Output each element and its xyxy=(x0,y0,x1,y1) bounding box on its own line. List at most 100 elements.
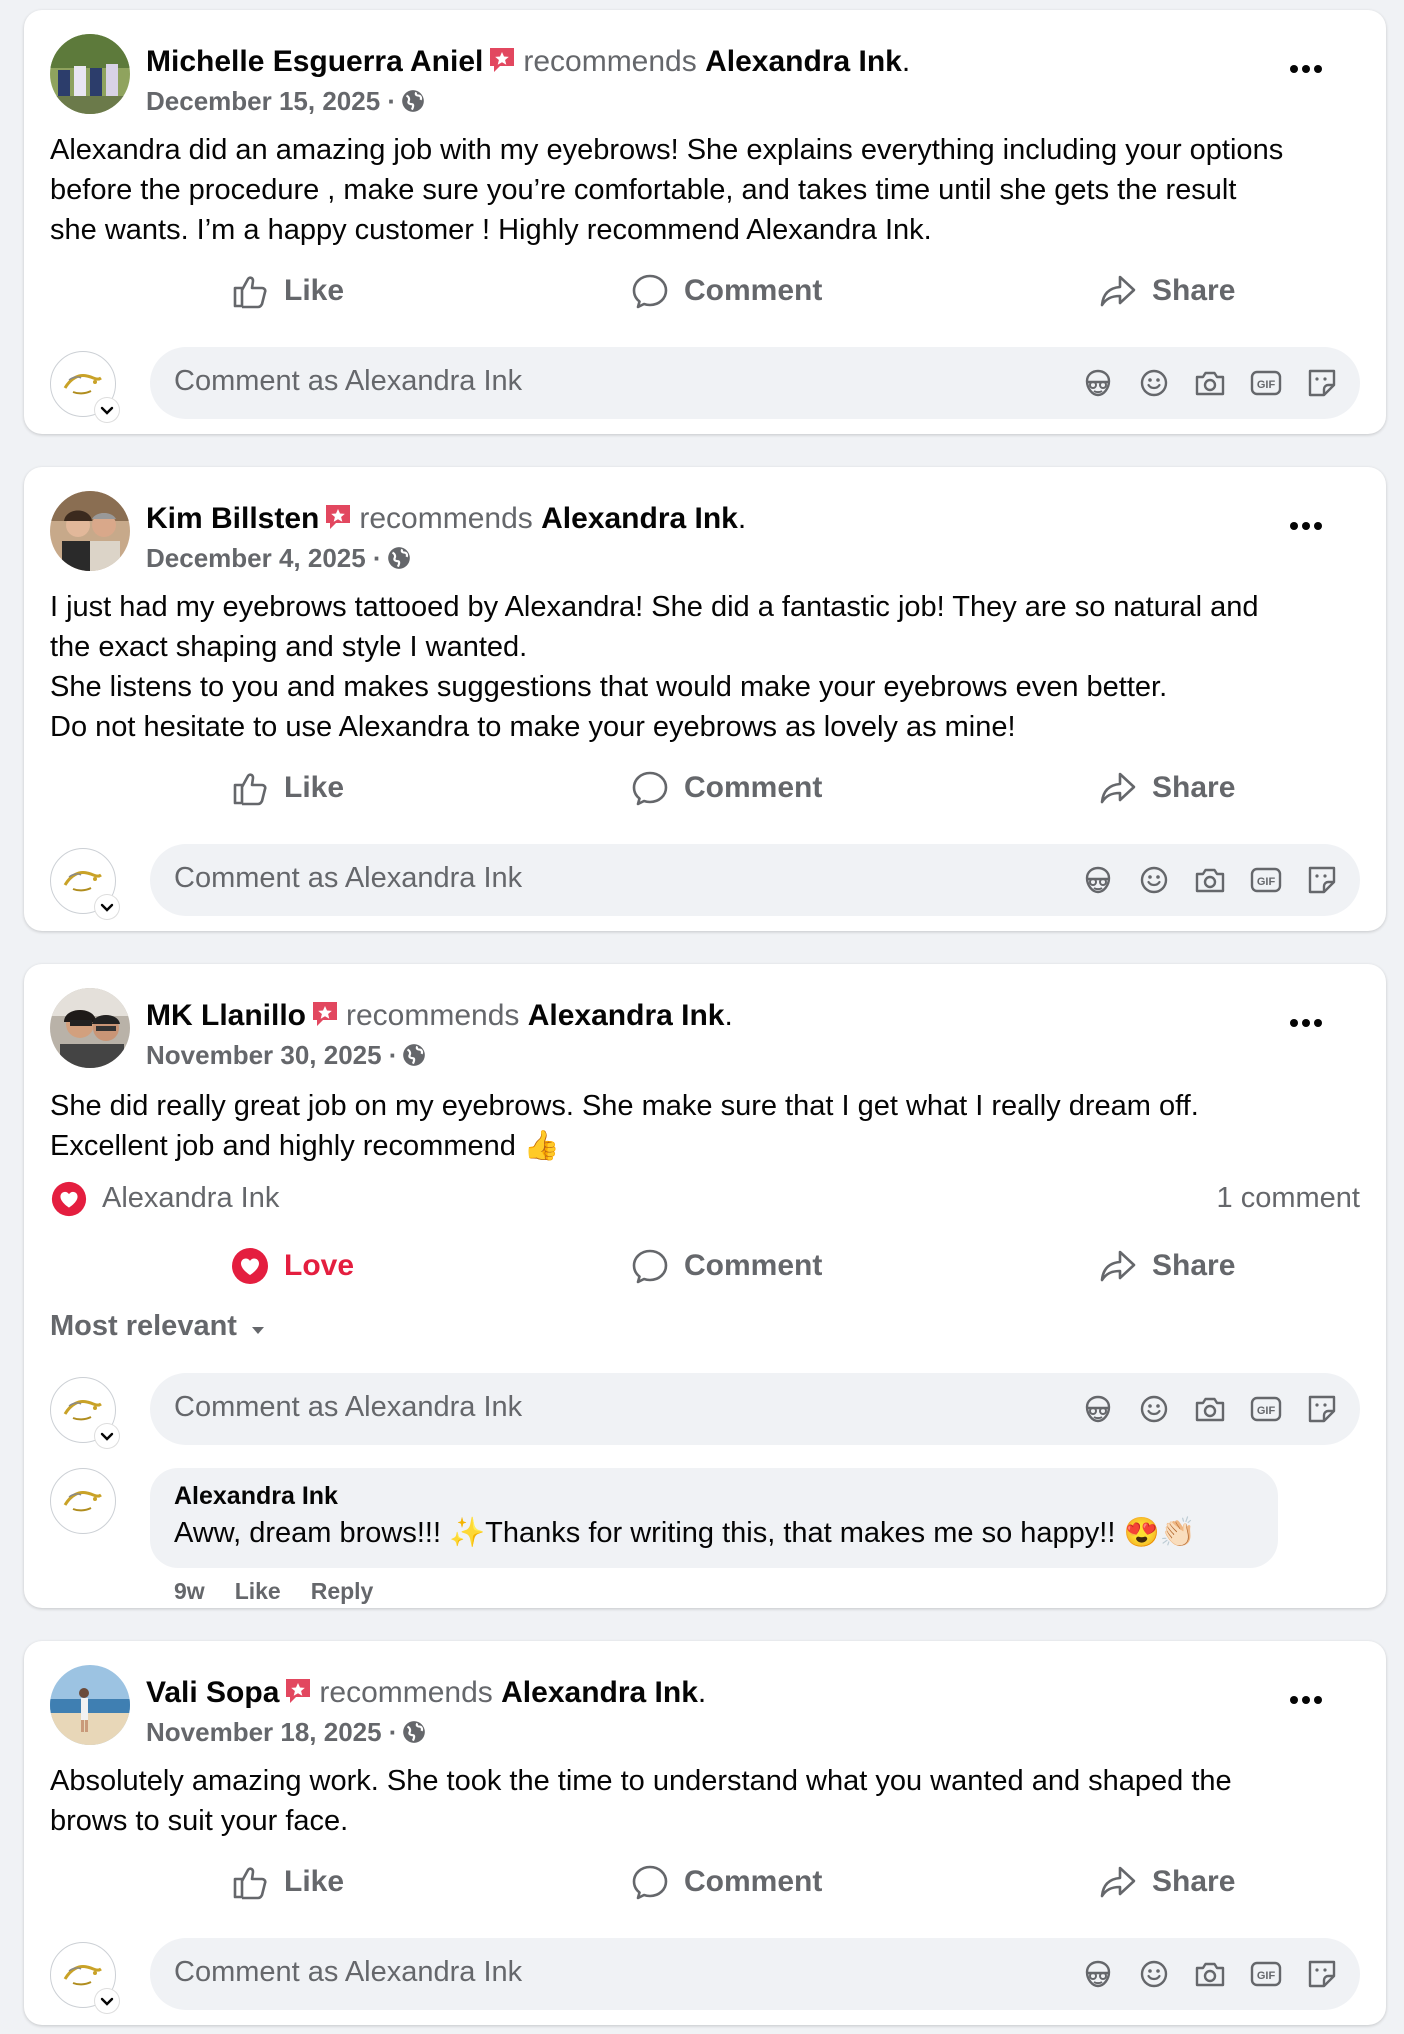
avatar-sticker-icon[interactable] xyxy=(1080,862,1116,898)
post-card: MK Llanillo recommends Alexandra Ink. Nov… xyxy=(24,964,1386,1608)
like-button[interactable]: Like xyxy=(230,760,344,816)
post-title-line: MK Llanillo recommends Alexandra Ink. xyxy=(146,998,733,1034)
like-button[interactable]: Like xyxy=(230,263,344,319)
avatar-sticker-icon[interactable] xyxy=(1080,1391,1116,1427)
avatar-sticker-icon[interactable] xyxy=(1080,1956,1116,1992)
sticker-icon[interactable] xyxy=(1304,365,1340,401)
sticker-icon[interactable] xyxy=(1304,862,1340,898)
gif-icon[interactable] xyxy=(1248,1956,1284,1992)
post-date: November 18, 2025 · xyxy=(146,1717,427,1747)
reply-age[interactable]: 9w xyxy=(174,1578,205,1604)
date-text[interactable]: December 15, 2025 · xyxy=(146,86,396,116)
author-avatar[interactable] xyxy=(50,491,130,571)
comment-input[interactable]: Comment as Alexandra Ink xyxy=(150,347,1360,419)
post-date: November 30, 2025 · xyxy=(146,1040,427,1070)
page-name-link[interactable]: Alexandra Ink xyxy=(528,999,725,1032)
post-card: Michelle Esguerra Aniel recommends Alexan… xyxy=(24,10,1386,434)
reply-reply-link[interactable]: Reply xyxy=(311,1578,374,1604)
like-button[interactable]: Like xyxy=(230,1854,344,1910)
author-avatar[interactable] xyxy=(50,988,130,1068)
author-avatar[interactable] xyxy=(50,34,130,114)
avatar-sticker-icon[interactable] xyxy=(1080,365,1116,401)
camera-icon[interactable] xyxy=(1192,365,1228,401)
title-period: . xyxy=(901,45,911,78)
page-name-link[interactable]: Alexandra Ink xyxy=(705,45,902,78)
comment-placeholder: Comment as Alexandra Ink xyxy=(174,1391,523,1423)
share-label: Share xyxy=(1152,1865,1236,1898)
globe-icon xyxy=(401,1719,427,1745)
comment-count[interactable]: 1 comment xyxy=(1217,1182,1360,1215)
recommends-badge-icon xyxy=(323,502,353,532)
share-button[interactable]: Share xyxy=(1098,1238,1235,1294)
comment-bubble-icon xyxy=(630,1862,670,1902)
more-options-icon[interactable] xyxy=(1288,1693,1324,1707)
author-name[interactable]: Vali Sopa xyxy=(146,1676,279,1709)
more-options-icon[interactable] xyxy=(1288,62,1324,76)
date-text[interactable]: November 18, 2025 · xyxy=(146,1717,397,1747)
action-bar: Like Comment Share xyxy=(50,1854,1360,1910)
sticker-icon[interactable] xyxy=(1304,1391,1340,1427)
comment-button[interactable]: Comment xyxy=(630,760,822,816)
like-label: Like xyxy=(284,274,345,307)
share-button[interactable]: Share xyxy=(1098,1854,1235,1910)
page-name-link[interactable]: Alexandra Ink xyxy=(501,1676,698,1709)
emoji-icon[interactable] xyxy=(1136,862,1172,898)
camera-icon[interactable] xyxy=(1192,1956,1228,1992)
author-avatar[interactable] xyxy=(50,1665,130,1745)
commenter-avatar[interactable] xyxy=(50,1942,119,2013)
camera-icon[interactable] xyxy=(1192,862,1228,898)
share-arrow-icon xyxy=(1098,1246,1138,1286)
date-text[interactable]: November 30, 2025 · xyxy=(146,1040,397,1070)
share-arrow-icon xyxy=(1098,1862,1138,1902)
comment-input[interactable]: Comment as Alexandra Ink xyxy=(150,1938,1360,2010)
reply-author[interactable]: Alexandra Ink xyxy=(174,1482,338,1511)
action-bar: Like Comment Share xyxy=(50,263,1360,319)
post-header: MK Llanillo recommends Alexandra Ink. Nov… xyxy=(50,988,1360,1070)
commenter-avatar[interactable] xyxy=(50,848,119,919)
more-options-icon[interactable] xyxy=(1288,1016,1324,1030)
recommends-text: recommends xyxy=(359,502,533,535)
date-text[interactable]: December 4, 2025 · xyxy=(146,543,382,573)
commenter-avatar[interactable] xyxy=(50,351,119,422)
reply-avatar[interactable] xyxy=(50,1468,116,1534)
share-button[interactable]: Share xyxy=(1098,263,1235,319)
emoji-icon[interactable] xyxy=(1136,1391,1172,1427)
gif-icon[interactable] xyxy=(1248,1391,1284,1427)
comment-input[interactable]: Comment as Alexandra Ink xyxy=(150,844,1360,916)
camera-icon[interactable] xyxy=(1192,1391,1228,1427)
chevron-down-icon[interactable] xyxy=(95,895,119,919)
love-reaction-icon[interactable] xyxy=(50,1180,88,1218)
sort-dropdown[interactable]: Most relevant xyxy=(50,1310,269,1343)
gif-icon[interactable] xyxy=(1248,862,1284,898)
sticker-icon[interactable] xyxy=(1304,1956,1340,1992)
comment-button[interactable]: Comment xyxy=(630,1238,822,1294)
reaction-names[interactable]: Alexandra Ink xyxy=(102,1182,279,1215)
chevron-down-icon[interactable] xyxy=(95,1424,119,1448)
comment-button[interactable]: Comment xyxy=(630,1854,822,1910)
comment-label: Comment xyxy=(684,771,823,804)
globe-icon xyxy=(401,1042,427,1068)
comment-placeholder: Comment as Alexandra Ink xyxy=(174,365,523,397)
gif-icon[interactable] xyxy=(1248,365,1284,401)
emoji-icon[interactable] xyxy=(1136,365,1172,401)
more-options-icon[interactable] xyxy=(1288,519,1324,533)
reply-meta: 9w Like Reply xyxy=(174,1578,403,1605)
chevron-down-icon[interactable] xyxy=(95,1989,119,2013)
chevron-down-icon[interactable] xyxy=(95,398,119,422)
thumbs-up-icon xyxy=(230,768,270,808)
composer-icons xyxy=(1080,365,1340,401)
comment-button[interactable]: Comment xyxy=(630,263,822,319)
page-name-link[interactable]: Alexandra Ink xyxy=(541,502,738,535)
commenter-avatar[interactable] xyxy=(50,1377,119,1448)
comment-input[interactable]: Comment as Alexandra Ink xyxy=(150,1373,1360,1445)
author-name[interactable]: Kim Billsten xyxy=(146,502,319,535)
author-name[interactable]: Michelle Esguerra Aniel xyxy=(146,45,483,78)
emoji-icon[interactable] xyxy=(1136,1956,1172,1992)
share-label: Share xyxy=(1152,771,1236,804)
love-button[interactable]: Love xyxy=(230,1238,354,1294)
recommends-badge-icon xyxy=(283,1676,313,1706)
share-button[interactable]: Share xyxy=(1098,760,1235,816)
post-text: She did really great job on my eyebrows.… xyxy=(50,1090,1199,1162)
reply-like-link[interactable]: Like xyxy=(235,1578,281,1604)
author-name[interactable]: MK Llanillo xyxy=(146,999,306,1032)
